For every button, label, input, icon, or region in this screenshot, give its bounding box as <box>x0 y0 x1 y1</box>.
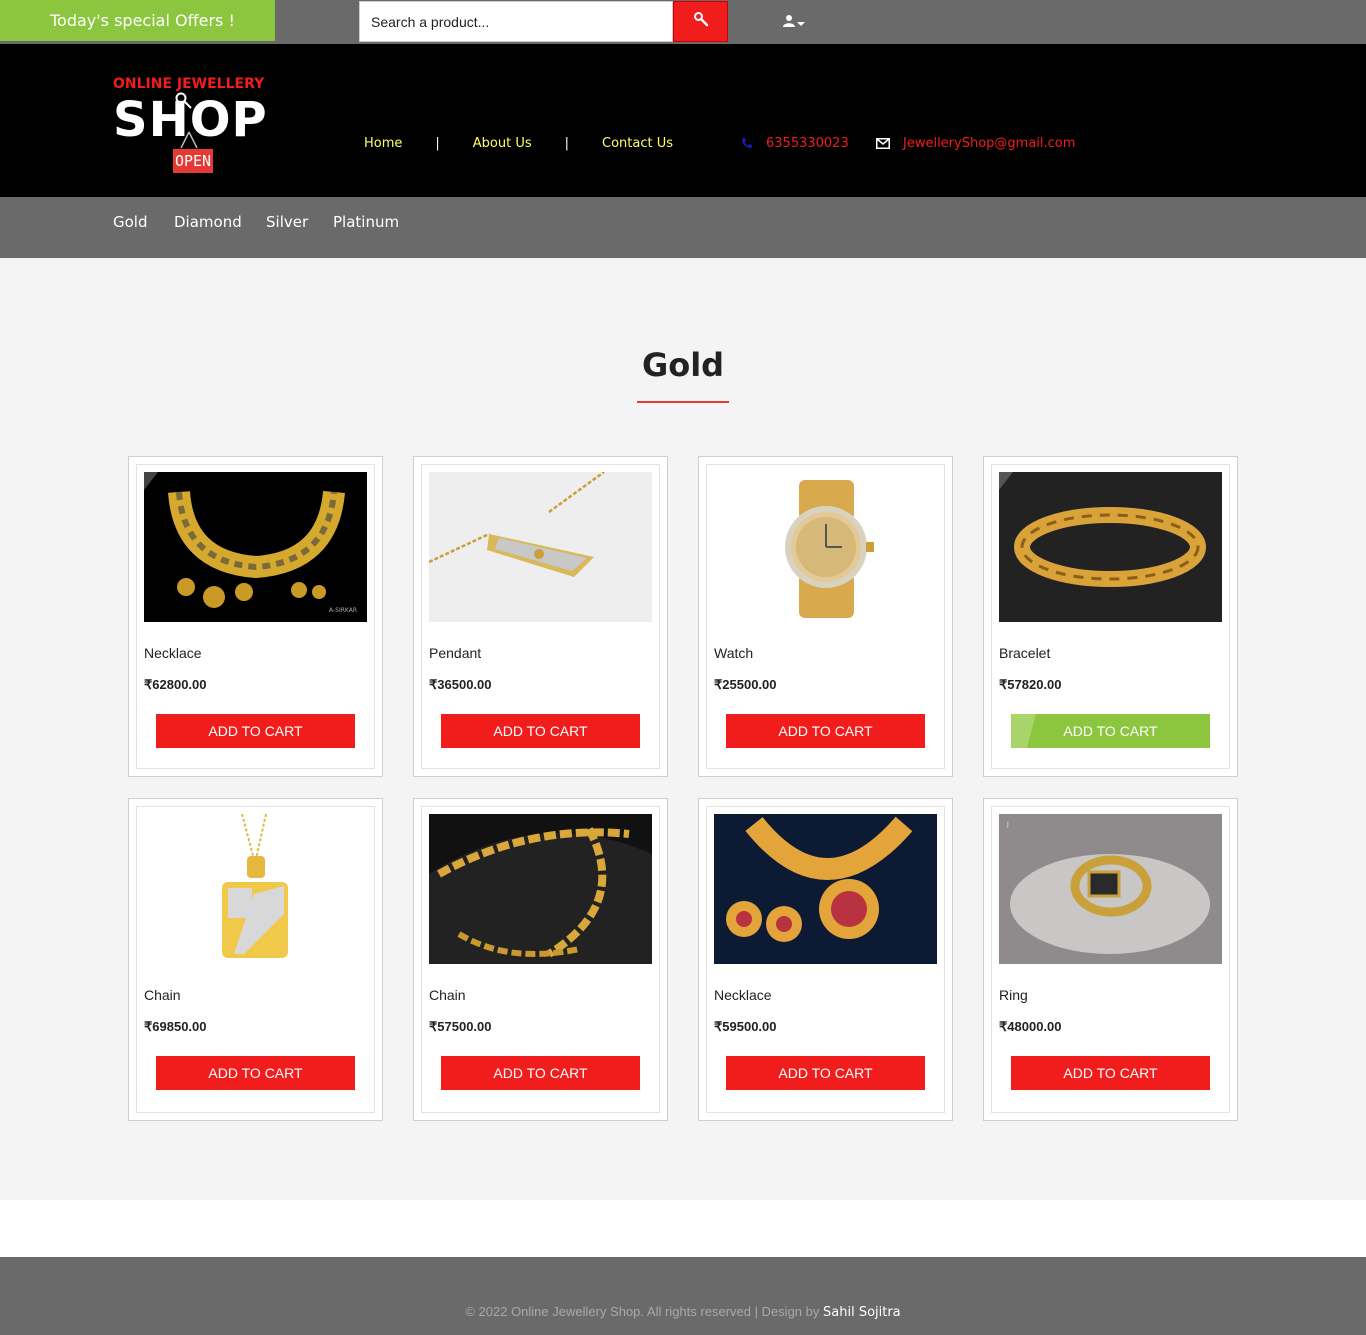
svg-text:A-SIRKAR: A-SIRKAR <box>329 607 357 614</box>
add-to-cart-button[interactable]: ADD TO CART <box>441 1056 640 1090</box>
product-price: ₹48000.00 <box>999 1019 1062 1034</box>
add-to-cart-button[interactable]: ADD TO CART <box>1011 1056 1210 1090</box>
product-name: Necklace <box>714 987 772 1003</box>
phone-number: 6355330023 <box>766 135 849 151</box>
magnifier-icon <box>175 92 198 149</box>
main-nav: Home | About Us | Contact Us <box>364 134 673 152</box>
nav-contact-us[interactable]: Contact Us <box>602 136 673 151</box>
product-image[interactable] <box>999 472 1222 622</box>
site-footer: © 2022 Online Jewellery Shop. All rights… <box>0 1257 1366 1335</box>
email-contact[interactable]: JewelleryShop@gmail.com <box>876 134 1075 152</box>
caret-down-icon <box>797 14 805 32</box>
add-to-cart-button[interactable]: ADD TO CART <box>726 1056 925 1090</box>
product-image[interactable] <box>429 814 652 964</box>
product-price: ₹62800.00 <box>144 677 207 692</box>
product-name: Bracelet <box>999 645 1051 661</box>
product-image[interactable] <box>429 472 652 622</box>
category-silver[interactable]: Silver <box>266 213 308 231</box>
add-to-cart-button[interactable]: ADD TO CART <box>156 714 355 748</box>
author-link[interactable]: Sahil Sojitra <box>823 1305 901 1320</box>
search-icon <box>693 11 709 32</box>
add-to-cart-button[interactable]: ADD TO CART <box>1011 714 1210 748</box>
product-name: Watch <box>714 645 754 661</box>
nav-separator: | <box>435 135 440 151</box>
email-address: JewelleryShop@gmail.com <box>903 135 1076 151</box>
product-image[interactable]: J <box>999 814 1222 964</box>
category-diamond[interactable]: Diamond <box>174 213 242 231</box>
product-price: ₹59500.00 <box>714 1019 777 1034</box>
title-underline <box>637 401 729 403</box>
product-card[interactable]: Chain ₹69850.00 ADD TO CART <box>128 798 383 1121</box>
product-price: ₹69850.00 <box>144 1019 207 1034</box>
product-name: Chain <box>144 987 181 1003</box>
section-title: Gold <box>641 346 725 384</box>
user-icon <box>783 14 797 33</box>
product-image[interactable] <box>714 814 937 964</box>
site-logo[interactable]: ONLINE JEWELLERY SHOP OPEN <box>113 76 273 176</box>
product-name: Necklace <box>144 645 202 661</box>
product-image[interactable] <box>714 472 937 622</box>
product-price: ₹57500.00 <box>429 1019 492 1034</box>
nav-home[interactable]: Home <box>364 136 402 151</box>
user-menu-toggle[interactable] <box>783 14 807 32</box>
product-card[interactable]: Chain ₹57500.00 ADD TO CART <box>413 798 668 1121</box>
product-card[interactable]: Watch ₹25500.00 ADD TO CART <box>698 456 953 777</box>
add-to-cart-button[interactable]: ADD TO CART <box>441 714 640 748</box>
footer-spacer <box>0 1200 1366 1257</box>
phone-icon <box>741 137 753 149</box>
product-image[interactable]: A-SIRKAR <box>144 472 367 622</box>
product-card[interactable]: Necklace ₹59500.00 ADD TO CART <box>698 798 953 1121</box>
product-name: Chain <box>429 987 466 1003</box>
product-image[interactable] <box>144 814 367 964</box>
product-price: ₹57820.00 <box>999 677 1062 692</box>
logo-open-sign: OPEN <box>173 149 213 173</box>
search-input[interactable] <box>359 1 673 42</box>
product-name: Ring <box>999 987 1028 1003</box>
product-card[interactable]: Bracelet ₹57820.00 ADD TO CART <box>983 456 1238 777</box>
product-card[interactable]: J Ring ₹48000.00 ADD TO CART <box>983 798 1238 1121</box>
copyright-notice: © 2022 Online Jewellery Shop. All rights… <box>465 1304 820 1319</box>
category-nav: Gold Diamond Silver Platinum <box>0 197 1366 258</box>
search-button[interactable] <box>673 1 728 42</box>
nav-separator: | <box>564 135 570 151</box>
category-gold[interactable]: Gold <box>113 213 148 231</box>
product-card[interactable]: Pendant ₹36500.00 ADD TO CART <box>413 456 668 777</box>
category-platinum[interactable]: Platinum <box>333 213 399 231</box>
envelope-icon <box>876 137 890 149</box>
svg-text:J: J <box>1006 821 1009 828</box>
top-bar: Today's special Offers ! <box>0 0 1366 44</box>
site-header: ONLINE JEWELLERY SHOP OPEN Home | About … <box>0 44 1366 197</box>
special-offers-banner[interactable]: Today's special Offers ! <box>0 0 275 41</box>
product-price: ₹36500.00 <box>429 677 492 692</box>
phone-contact[interactable]: 6355330023 <box>741 134 849 152</box>
add-to-cart-button[interactable]: ADD TO CART <box>156 1056 355 1090</box>
product-name: Pendant <box>429 645 482 661</box>
logo-tagline: ONLINE JEWELLERY <box>113 76 265 92</box>
product-price: ₹25500.00 <box>714 677 777 692</box>
product-card[interactable]: A-SIRKAR Necklace ₹62800.00 ADD TO CART <box>128 456 383 777</box>
nav-about-us[interactable]: About Us <box>473 136 532 151</box>
add-to-cart-button[interactable]: ADD TO CART <box>726 714 925 748</box>
copyright-text: © 2022 Online Jewellery Shop. All rights… <box>0 1304 1366 1320</box>
